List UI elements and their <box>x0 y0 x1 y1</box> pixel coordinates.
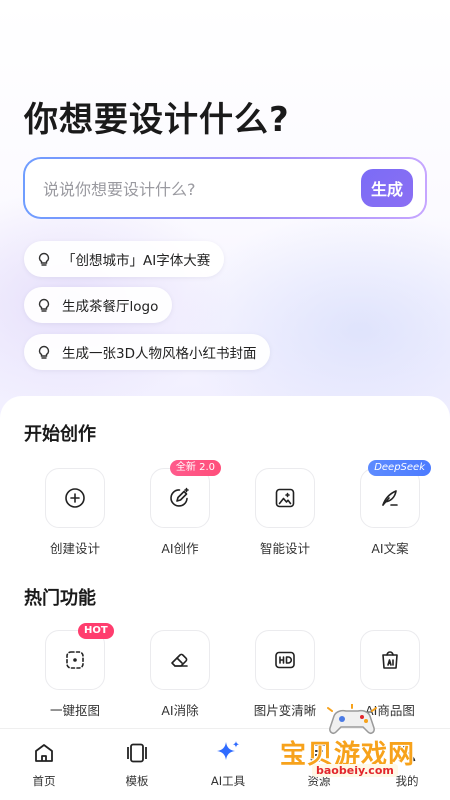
suggestion-text: 生成一张3D人物风格小红书封面 <box>62 346 257 362</box>
new-badge: 全新 2.0 <box>169 460 221 476</box>
cutout-icon <box>66 651 84 669</box>
tool-label: AI文案 <box>371 541 409 556</box>
shopping-bag-ai-icon <box>382 651 398 669</box>
page-title: 你想要设计什么? <box>24 100 290 140</box>
tool-smart-design[interactable]: 智能设计 <box>253 468 317 557</box>
tab-label: 模板 <box>125 774 149 788</box>
tool-create-design[interactable]: 创建设计 <box>43 468 107 557</box>
tab-label: AI工具 <box>210 774 246 788</box>
tool-label: AI消除 <box>161 703 199 718</box>
eraser-icon <box>171 653 188 667</box>
prompt-input-container[interactable]: 说说你想要设计什么? 生成 <box>23 157 427 219</box>
tool-label: AI创作 <box>161 541 199 556</box>
tools-panel: 开始创作 创建设计 全新 2.0 AI创作 智能设计 DeepSeek AI文案… <box>0 396 450 728</box>
ai-pen-icon <box>170 487 189 507</box>
tab-templates[interactable]: 模板 <box>102 739 172 789</box>
hot-badge: HOT <box>78 623 114 639</box>
tab-label: 首页 <box>32 774 56 788</box>
tool-label: 智能设计 <box>259 541 310 556</box>
home-icon <box>35 744 53 762</box>
plus-circle-icon <box>65 488 85 508</box>
section-title-start: 开始创作 <box>24 424 96 445</box>
tab-ai-tools[interactable]: AI工具 <box>193 739 263 789</box>
lightbulb-icon <box>38 298 50 312</box>
tool-label: 创建设计 <box>49 541 100 556</box>
hd-icon <box>275 651 295 669</box>
feather-icon <box>382 490 398 506</box>
suggestion-text: 生成茶餐厅logo <box>62 299 159 315</box>
suggestion-chip[interactable]: 生成一张3D人物风格小红书封面 <box>24 334 271 370</box>
prompt-input[interactable]: 说说你想要设计什么? <box>43 176 196 200</box>
site-watermark: 宝贝游戏网 baobeiy.com <box>274 700 434 784</box>
tab-home[interactable]: 首页 <box>9 739 79 789</box>
sparkle-icon <box>217 741 240 760</box>
template-icon <box>127 743 147 763</box>
image-sparkle-icon <box>275 488 295 508</box>
tool-ai-create[interactable]: 全新 2.0 AI创作 <box>148 460 221 557</box>
suggestion-chip[interactable]: 生成茶餐厅logo <box>24 287 173 323</box>
generate-button[interactable]: 生成 <box>361 169 413 207</box>
lightbulb-icon <box>38 345 50 359</box>
tool-label: 一键抠图 <box>49 703 100 718</box>
lightbulb-icon <box>38 252 50 266</box>
tool-ai-erase[interactable]: AI消除 <box>148 630 212 719</box>
tool-one-click-cutout[interactable]: HOT 一键抠图 <box>43 623 114 719</box>
suggestion-chip[interactable]: 「创想城市」AI字体大赛 <box>24 241 225 277</box>
deepseek-badge: DeepSeek <box>368 460 431 476</box>
tool-ai-copywriting[interactable]: DeepSeek AI文案 <box>358 460 431 557</box>
gamepad-icon <box>327 704 377 734</box>
suggestion-text: 「创想城市」AI字体大赛 <box>62 253 211 269</box>
section-title-hot: 热门功能 <box>24 588 96 609</box>
watermark-url: baobeiy.com <box>312 764 398 777</box>
